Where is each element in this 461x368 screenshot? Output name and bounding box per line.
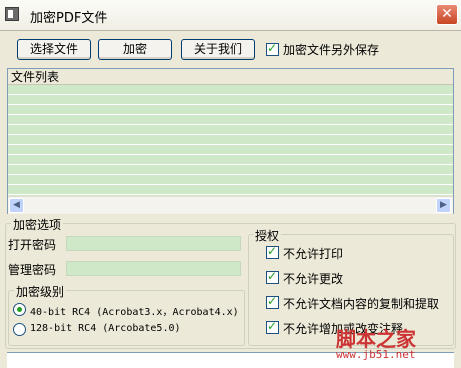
open-password-field[interactable] — [66, 236, 241, 251]
manage-password-field[interactable] — [66, 261, 241, 276]
manage-password-label: 管理密码 — [8, 263, 57, 277]
no-print-label: 不允许打印 — [283, 247, 344, 261]
no-modify-label: 不允许更改 — [283, 272, 344, 286]
select-file-button[interactable]: 选择文件 — [17, 39, 91, 60]
encrypt-level-group: 加密级别 — [8, 283, 245, 346]
file-list-header: 文件列表 — [8, 69, 453, 85]
rc4-128bit-label: 128-bit RC4 (Arcobate5.0) — [30, 323, 181, 334]
rc4-128bit-radio[interactable] — [13, 323, 26, 336]
horizontal-scrollbar[interactable]: ◀ ▶ — [8, 196, 453, 214]
about-us-button[interactable]: 关于我们 — [181, 39, 255, 60]
encrypt-options-title: 加密选项 — [11, 216, 64, 233]
scroll-right-icon[interactable]: ▶ — [436, 198, 451, 213]
file-list-body[interactable] — [8, 85, 453, 196]
title-bar[interactable]: 加密PDF文件 ✕ — [0, 0, 461, 31]
scroll-left-icon[interactable]: ◀ — [9, 198, 24, 213]
close-button[interactable]: ✕ — [436, 4, 458, 25]
no-copy-label: 不允许文档内容的复制和提取 — [283, 297, 440, 311]
file-list[interactable]: 文件列表 ◀ ▶ — [7, 68, 454, 214]
save-elsewhere-checkbox[interactable] — [266, 41, 279, 56]
encrypt-level-title: 加密级别 — [14, 283, 67, 300]
rc4-40bit-radio[interactable] — [13, 303, 26, 316]
app-icon — [5, 7, 19, 21]
rc4-40bit-label: 40-bit RC4 (Acrobat3.x，Acrobat4.x) — [30, 307, 239, 318]
save-elsewhere-label: 加密文件另外保存 — [283, 43, 380, 57]
open-password-label: 打开密码 — [8, 238, 57, 252]
encrypt-button[interactable]: 加密 — [98, 39, 172, 60]
no-copy-checkbox[interactable] — [266, 294, 279, 309]
no-modify-checkbox[interactable] — [266, 269, 279, 284]
permissions-title: 授权 — [253, 227, 282, 244]
no-print-checkbox[interactable] — [266, 244, 279, 259]
app-window: 加密PDF文件 ✕ 选择文件 加密 关于我们 加密文件另外保存 文件列表 ◀ ▶… — [0, 0, 461, 368]
watermark-url: www.jb51.net — [336, 348, 416, 361]
no-annotate-checkbox[interactable] — [266, 319, 279, 334]
window-title: 加密PDF文件 — [30, 11, 108, 26]
